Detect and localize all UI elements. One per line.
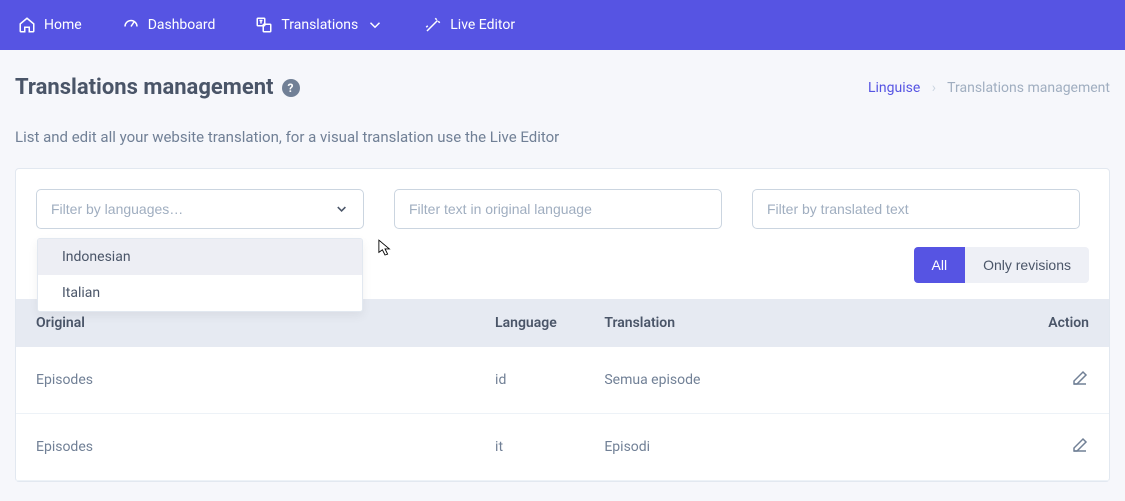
- cell-action: [1000, 347, 1109, 414]
- seg-all[interactable]: All: [914, 247, 966, 283]
- wand-icon: [424, 16, 442, 34]
- chevron-down-icon: [334, 201, 349, 217]
- chevron-down-icon: [366, 16, 384, 34]
- col-action: Action: [1000, 299, 1109, 347]
- page-header: Translations management ? Linguise › Tra…: [15, 75, 1110, 100]
- filter-original-input[interactable]: [409, 201, 707, 217]
- filter-translated[interactable]: [752, 189, 1080, 229]
- cell-action: [1000, 414, 1109, 481]
- top-nav: Home Dashboard Translations Live Editor: [0, 0, 1125, 50]
- crumb-sep: ›: [932, 80, 936, 96]
- gauge-icon: [122, 16, 140, 34]
- cell-language: it: [475, 414, 584, 481]
- nav-dashboard[interactable]: Dashboard: [122, 16, 216, 34]
- filter-translated-input[interactable]: [767, 201, 1065, 217]
- col-translation: Translation: [584, 299, 999, 347]
- nav-home[interactable]: Home: [18, 16, 82, 34]
- revision-toggle: All Only revisions: [914, 247, 1089, 283]
- option-italian[interactable]: Italian: [38, 275, 362, 311]
- nav-home-label: Home: [44, 17, 82, 33]
- cell-language: id: [475, 347, 584, 414]
- cell-translation: Episodi: [584, 414, 999, 481]
- nav-live-editor-label: Live Editor: [450, 17, 515, 33]
- crumb-current: Translations management: [947, 80, 1110, 96]
- page-title-text: Translations management: [15, 75, 274, 100]
- edit-icon[interactable]: [1071, 369, 1089, 391]
- nav-live-editor[interactable]: Live Editor: [424, 16, 515, 34]
- edit-icon[interactable]: [1071, 436, 1089, 458]
- filter-languages-input[interactable]: [51, 201, 334, 217]
- home-icon: [18, 16, 36, 34]
- nav-translations-label: Translations: [281, 17, 358, 33]
- cell-original: Episodes: [16, 347, 475, 414]
- translate-icon: [255, 16, 273, 34]
- filter-original[interactable]: [394, 189, 722, 229]
- option-indonesian[interactable]: Indonesian: [38, 239, 362, 275]
- page-subtitle: List and edit all your website translati…: [15, 128, 1110, 146]
- translations-table: Original Language Translation Action Epi…: [16, 299, 1109, 481]
- cell-original: Episodes: [16, 414, 475, 481]
- col-language: Language: [475, 299, 584, 347]
- nav-translations[interactable]: Translations: [255, 16, 384, 34]
- filter-languages[interactable]: Indonesian Italian: [36, 189, 364, 229]
- table-row: Episodes it Episodi: [16, 414, 1109, 481]
- nav-dashboard-label: Dashboard: [148, 17, 216, 33]
- page: Translations management ? Linguise › Tra…: [0, 50, 1125, 482]
- crumb-root[interactable]: Linguise: [868, 80, 920, 96]
- breadcrumb: Linguise › Translations management: [868, 80, 1110, 96]
- filters-card: Indonesian Italian All Only revisions Or…: [15, 168, 1110, 482]
- table-row: Episodes id Semua episode: [16, 347, 1109, 414]
- seg-revisions[interactable]: Only revisions: [965, 247, 1089, 283]
- filter-row: Indonesian Italian: [16, 189, 1109, 241]
- cell-translation: Semua episode: [584, 347, 999, 414]
- help-icon[interactable]: ?: [282, 79, 300, 97]
- language-dropdown: Indonesian Italian: [37, 238, 363, 312]
- page-title: Translations management ?: [15, 75, 300, 100]
